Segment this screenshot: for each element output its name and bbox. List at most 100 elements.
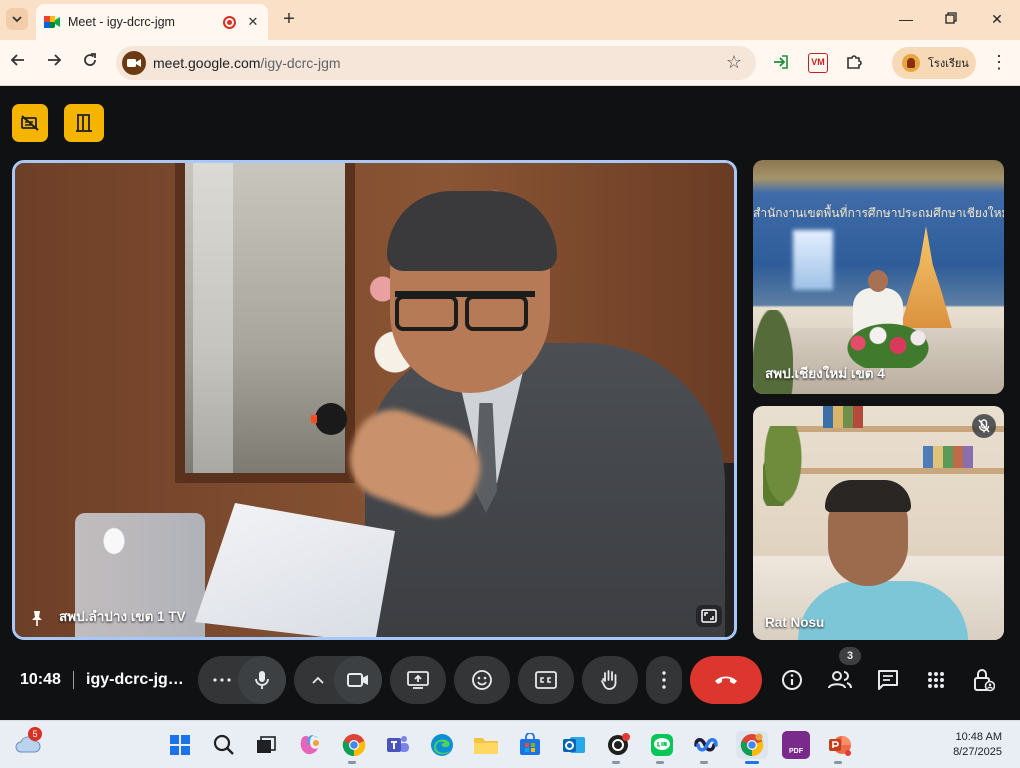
chat-button[interactable] bbox=[872, 664, 904, 696]
reload-icon bbox=[84, 53, 96, 66]
line-app[interactable] bbox=[648, 731, 676, 759]
profile-button[interactable]: โรงเรียน bbox=[892, 47, 976, 79]
close-tab-icon[interactable]: ✕ bbox=[246, 14, 260, 30]
activities-button[interactable] bbox=[920, 664, 952, 696]
minimize-window-button[interactable]: — bbox=[892, 8, 920, 30]
participant-tile-rat-nosu[interactable]: Rat Nosu bbox=[753, 406, 1004, 640]
bookmark-star-icon[interactable]: ☆ bbox=[726, 52, 742, 73]
chat-icon bbox=[878, 670, 898, 690]
system-clock[interactable]: 10:48 AM 8/27/2025 bbox=[953, 730, 1002, 760]
address-bar[interactable]: meet.google.com/igy-dcrc-jgm ☆ bbox=[116, 46, 756, 80]
recording-indicator-icon bbox=[223, 15, 236, 29]
close-window-button[interactable]: ✕ bbox=[983, 8, 1011, 30]
host-controls-button[interactable] bbox=[968, 664, 1000, 696]
forward-button[interactable] bbox=[42, 52, 66, 74]
main-speaker-name: สพป.ลำปาง เขต 1 TV bbox=[59, 609, 186, 624]
chevron-down-icon bbox=[12, 16, 22, 23]
start-button[interactable] bbox=[166, 731, 194, 759]
more-horizontal-icon bbox=[213, 678, 231, 682]
address-url: meet.google.com/igy-dcrc-jgm bbox=[153, 55, 341, 71]
present-screen-button[interactable] bbox=[390, 656, 446, 704]
leave-call-button[interactable] bbox=[690, 656, 762, 704]
new-tab-button[interactable]: + bbox=[278, 8, 300, 30]
participant-tile-chiangmai[interactable]: สำนักงานเขตพื้นที่การศึกษาประถมศึกษาเชีย… bbox=[753, 160, 1004, 394]
weather-notification-badge: 5 bbox=[28, 727, 42, 741]
arrow-left-icon bbox=[10, 54, 24, 66]
extensions-puzzle-icon[interactable] bbox=[845, 53, 863, 73]
meeting-code[interactable]: igy-dcrc-jg… bbox=[86, 671, 184, 689]
no-video-icon bbox=[21, 115, 39, 131]
captions-off-button[interactable] bbox=[12, 104, 48, 142]
edge-icon bbox=[431, 734, 453, 756]
meet-control-bar: 10:48 igy-dcrc-jg… 3 bbox=[0, 642, 1020, 720]
teams-app[interactable] bbox=[384, 731, 412, 759]
meet-stage: สพป.ลำปาง เขต 1 TV สำนักงานเขตพื้นที่การ… bbox=[0, 87, 1020, 720]
webex-app[interactable] bbox=[692, 731, 720, 759]
restore-window-button[interactable] bbox=[937, 8, 965, 30]
pdf-app[interactable]: PDF bbox=[782, 731, 810, 759]
main-speaker-tile[interactable]: สพป.ลำปาง เขต 1 TV bbox=[12, 160, 737, 640]
url-host: meet.google.com bbox=[153, 55, 261, 71]
people-button[interactable] bbox=[824, 664, 856, 696]
pdf-app-label: PDF bbox=[789, 747, 803, 755]
line-icon bbox=[651, 734, 673, 756]
system-clock-date: 8/27/2025 bbox=[953, 746, 1002, 758]
chrome-app[interactable] bbox=[340, 731, 368, 759]
camera-button[interactable] bbox=[334, 656, 382, 704]
door-icon bbox=[76, 114, 92, 132]
record-app-icon bbox=[608, 733, 630, 755]
info-icon bbox=[782, 670, 802, 690]
people-icon bbox=[828, 671, 852, 689]
windows-logo-icon bbox=[170, 735, 190, 755]
task-view-button[interactable] bbox=[252, 731, 280, 759]
hand-icon bbox=[601, 670, 617, 690]
present-screen-icon bbox=[407, 671, 429, 689]
copilot-app[interactable] bbox=[296, 731, 324, 759]
profile-name: โรงเรียน bbox=[928, 58, 969, 70]
meeting-time: 10:48 bbox=[20, 671, 61, 688]
reload-button[interactable] bbox=[78, 52, 102, 74]
task-view-icon bbox=[257, 736, 276, 753]
restore-icon bbox=[945, 12, 957, 24]
more-options-button[interactable] bbox=[646, 656, 682, 704]
tab-search-button[interactable] bbox=[6, 8, 28, 30]
chrome-icon bbox=[342, 734, 366, 757]
pin-icon[interactable] bbox=[29, 609, 45, 627]
microphone-icon bbox=[255, 671, 269, 689]
powerpoint-app[interactable] bbox=[826, 731, 854, 759]
taskbar-search-button[interactable] bbox=[210, 731, 238, 759]
participant-muted-indicator bbox=[972, 414, 996, 438]
extension-signin-icon[interactable] bbox=[772, 53, 790, 73]
lock-person-icon bbox=[974, 669, 995, 692]
copilot-icon bbox=[300, 735, 319, 755]
obs-app[interactable] bbox=[604, 731, 632, 759]
participant-video-chiangmai: สำนักงานเขตพื้นที่การศึกษาประถมศึกษาเชีย… bbox=[753, 160, 1004, 394]
leave-room-button[interactable] bbox=[64, 104, 104, 142]
vm-extension-icon[interactable]: VM bbox=[808, 53, 828, 73]
browser-tab-meet[interactable]: Meet - igy-dcrc-jgm ✕ bbox=[36, 4, 268, 40]
participant-name-chiangmai: สพป.เชียงใหม่ เขต 4 bbox=[765, 366, 885, 381]
captions-button[interactable] bbox=[518, 656, 574, 704]
participant-banner-text: สำนักงานเขตพื้นที่การศึกษาประถมศึกษาเชีย… bbox=[753, 206, 1004, 220]
fullscreen-button[interactable] bbox=[696, 605, 722, 627]
reactions-button[interactable] bbox=[454, 656, 510, 704]
expand-icon bbox=[701, 609, 717, 623]
store-app[interactable] bbox=[516, 731, 544, 759]
outlook-app[interactable] bbox=[560, 731, 588, 759]
store-icon bbox=[520, 733, 540, 755]
chrome-profile-app-active[interactable] bbox=[736, 731, 768, 759]
microphone-button[interactable] bbox=[238, 656, 286, 704]
raise-hand-button[interactable] bbox=[582, 656, 638, 704]
file-explorer-app[interactable] bbox=[472, 731, 500, 759]
webex-icon bbox=[694, 738, 718, 752]
back-button[interactable] bbox=[6, 52, 30, 74]
teams-icon bbox=[387, 736, 409, 752]
site-info-button[interactable] bbox=[122, 51, 146, 75]
edge-app[interactable] bbox=[428, 731, 456, 759]
participant-video-rat-nosu bbox=[753, 406, 1004, 640]
meeting-details-button[interactable] bbox=[776, 664, 808, 696]
camera-icon bbox=[127, 59, 141, 67]
browser-menu-icon[interactable]: ⋮ bbox=[990, 52, 1008, 73]
folder-icon bbox=[474, 738, 498, 754]
emoji-icon bbox=[472, 670, 492, 690]
